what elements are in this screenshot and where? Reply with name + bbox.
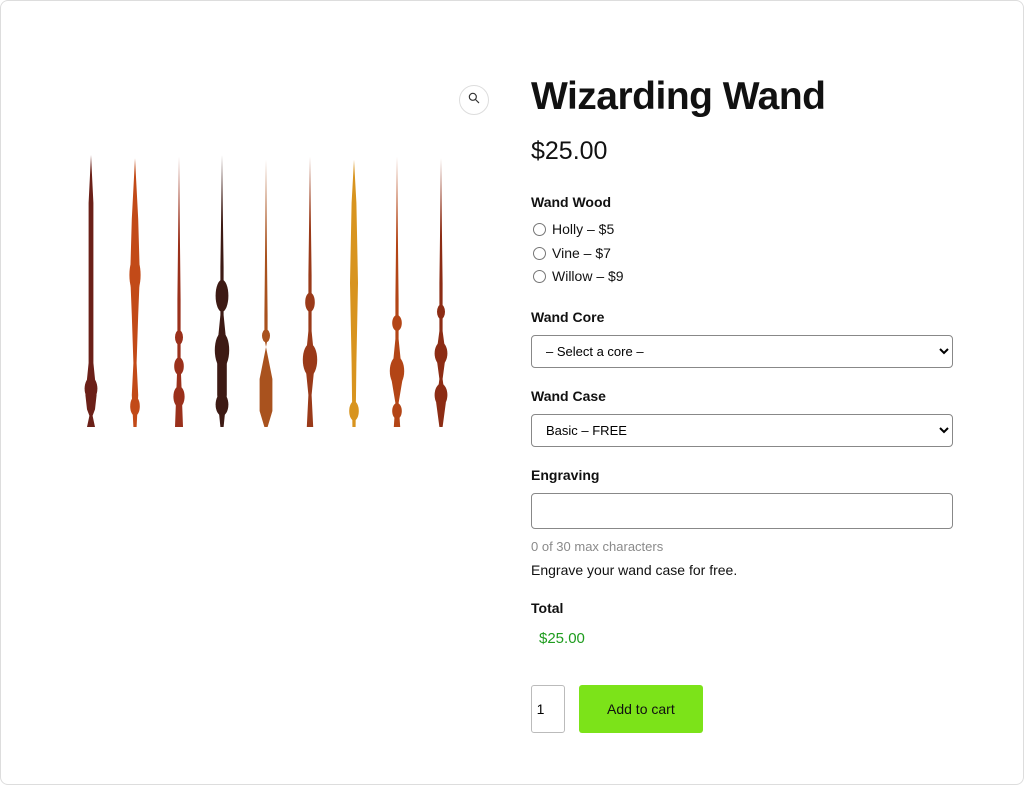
- wand-core-select[interactable]: – Select a core –: [531, 335, 953, 368]
- total-value: $25.00: [539, 630, 953, 647]
- product-page: Wizarding Wand $25.00 Wand Wood Holly – …: [0, 0, 1024, 785]
- zoom-button[interactable]: [459, 85, 489, 115]
- engraving-note: Engrave your wand case for free.: [531, 562, 953, 578]
- quantity-input[interactable]: [535, 701, 561, 717]
- product-price: $25.00: [531, 137, 953, 166]
- product-image: [71, 101, 461, 461]
- engraving-input[interactable]: [531, 493, 953, 529]
- wand-illustration: [206, 121, 238, 461]
- wand-illustration: [250, 121, 282, 461]
- wand-illustration: [119, 121, 151, 461]
- wand-illustration: [75, 121, 107, 461]
- product-title: Wizarding Wand: [531, 75, 953, 119]
- wand-wood-radio[interactable]: [533, 247, 546, 260]
- wand-core-label: Wand Core: [531, 309, 953, 325]
- product-details: Wizarding Wand $25.00 Wand Wood Holly – …: [531, 61, 953, 733]
- wand-wood-option-holly[interactable]: Holly – $5: [531, 220, 953, 240]
- engraving-group: Engraving: [531, 467, 953, 529]
- search-icon: [467, 91, 481, 110]
- wand-wood-option-text: Holly – $5: [552, 220, 614, 240]
- engraving-label: Engraving: [531, 467, 953, 483]
- wand-wood-option-text: Vine – $7: [552, 244, 611, 264]
- product-image-area: [71, 61, 491, 461]
- wand-wood-option-willow[interactable]: Willow – $9: [531, 267, 953, 287]
- engraving-char-count: 0 of 30 max characters: [531, 539, 953, 554]
- wand-wood-radio[interactable]: [533, 223, 546, 236]
- wand-wood-radio[interactable]: [533, 270, 546, 283]
- wand-wood-group: Wand Wood Holly – $5 Vine – $7 Willow – …: [531, 194, 953, 287]
- wand-illustration: [425, 121, 457, 461]
- wand-illustration: [381, 121, 413, 461]
- wand-illustration: [163, 121, 195, 461]
- wand-wood-label: Wand Wood: [531, 194, 953, 210]
- wand-case-select[interactable]: Basic – FREE: [531, 414, 953, 447]
- wand-wood-option-text: Willow – $9: [552, 267, 624, 287]
- wand-wood-option-vine[interactable]: Vine – $7: [531, 244, 953, 264]
- wand-case-group: Wand Case Basic – FREE: [531, 388, 953, 447]
- add-to-cart-button[interactable]: Add to cart: [579, 685, 703, 733]
- wand-core-group: Wand Core – Select a core –: [531, 309, 953, 368]
- wand-illustration: [338, 121, 370, 461]
- total-label: Total: [531, 600, 953, 616]
- quantity-stepper[interactable]: [531, 685, 565, 733]
- wand-illustration: [294, 121, 326, 461]
- wand-case-label: Wand Case: [531, 388, 953, 404]
- add-to-cart-row: Add to cart: [531, 685, 953, 733]
